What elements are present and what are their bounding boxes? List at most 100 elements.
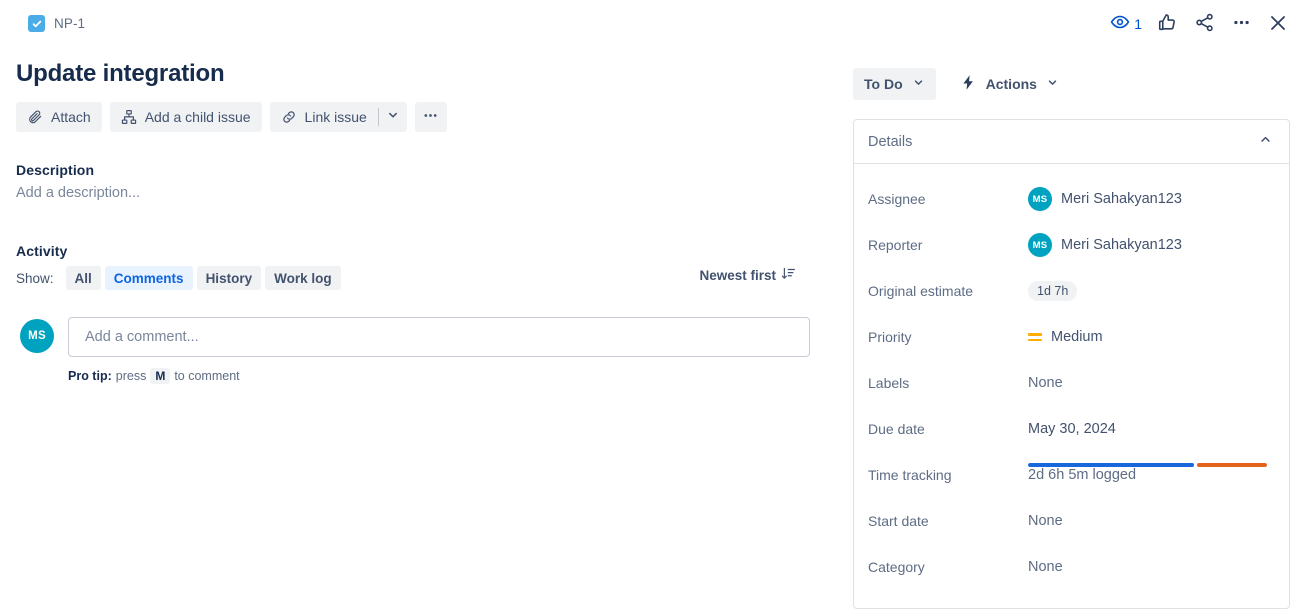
due-date-label: Due date (868, 421, 925, 437)
lightning-bolt-icon (960, 74, 977, 94)
share-button[interactable] (1188, 8, 1220, 40)
chevron-down-icon (912, 76, 925, 92)
close-button[interactable] (1262, 8, 1294, 40)
add-child-issue-label: Add a child issue (144, 109, 251, 125)
sort-order-button[interactable]: Newest first (699, 266, 796, 284)
due-date-value[interactable]: May 30, 2024 (1028, 421, 1116, 437)
status-row: To Do Actions (853, 68, 1290, 100)
start-date-value[interactable]: None (1028, 513, 1063, 529)
issue-action-toolbar: Attach Add a child issue Link issue (0, 89, 830, 132)
original-estimate-lozenge: 1d 7h (1028, 281, 1078, 301)
labels-value[interactable]: None (1028, 375, 1063, 391)
comment-input[interactable] (68, 317, 810, 357)
toolbar-more-button[interactable] (414, 102, 447, 132)
avatar: MS (1028, 233, 1052, 257)
more-options-button[interactable] (1225, 8, 1257, 40)
start-date-label: Start date (868, 513, 929, 529)
detail-row-due-date: Due date May 30, 2024 (854, 406, 1289, 452)
assignee-name: Meri Sahakyan123 (1061, 191, 1182, 207)
attach-button[interactable]: Attach (16, 102, 102, 132)
pro-tip-label: Pro tip: (68, 369, 112, 383)
detail-row-reporter: Reporter MS Meri Sahakyan123 (854, 222, 1289, 268)
paperclip-icon (27, 109, 43, 125)
sort-order-label: Newest first (699, 267, 776, 283)
share-icon (1194, 12, 1215, 36)
avatar: MS (1028, 187, 1052, 211)
time-tracking-remaining-segment (1197, 463, 1267, 467)
time-tracking-value[interactable]: 2d 6h 5m logged (1028, 467, 1136, 483)
sort-descending-icon (781, 266, 796, 284)
pro-tip-key: M (150, 368, 171, 384)
ellipsis-icon (1231, 12, 1252, 36)
chevron-down-icon (386, 108, 400, 127)
detail-row-original-estimate: Original estimate 1d 7h (854, 268, 1289, 314)
tab-work-log[interactable]: Work log (265, 266, 341, 290)
priority-label: Priority (868, 329, 912, 345)
tab-comments[interactable]: Comments (104, 266, 193, 290)
add-comment-row: MS (0, 290, 830, 357)
show-label: Show: (16, 270, 54, 286)
link-icon (281, 109, 297, 125)
detail-row-time-tracking: Time tracking 2d 6h 5m logged (854, 452, 1289, 498)
activity-filter-tabs: All Comments History Work log (65, 266, 341, 290)
pro-tip: Pro tip: press M to comment (0, 357, 830, 384)
page-title[interactable]: Update integration (0, 48, 830, 89)
category-label: Category (868, 559, 925, 575)
attach-label: Attach (51, 109, 91, 125)
issue-key-label[interactable]: NP-1 (54, 16, 85, 31)
tab-all[interactable]: All (65, 266, 101, 290)
detail-row-priority: Priority Medium (854, 314, 1289, 360)
time-tracking-bar (1028, 463, 1267, 467)
watch-button[interactable]: 1 (1108, 8, 1146, 40)
reporter-label: Reporter (868, 237, 923, 253)
actions-label: Actions (985, 76, 1037, 92)
like-button[interactable] (1151, 8, 1183, 40)
ellipsis-icon (422, 107, 439, 127)
details-panel-header[interactable]: Details (854, 120, 1289, 164)
reporter-value[interactable]: MS Meri Sahakyan123 (1028, 233, 1182, 257)
original-estimate-value[interactable]: 1d 7h (1028, 281, 1078, 301)
pro-tip-press: press (115, 369, 147, 383)
priority-value[interactable]: Medium (1028, 329, 1103, 345)
link-issue-label: Link issue (304, 109, 367, 125)
top-bar: NP-1 1 (0, 0, 1312, 48)
assignee-value[interactable]: MS Meri Sahakyan123 (1028, 187, 1182, 211)
link-issue-dropdown-button[interactable] (379, 102, 407, 132)
task-checkbox-icon (28, 15, 45, 32)
link-issue-split-button: Link issue (269, 102, 407, 132)
detail-row-assignee: Assignee MS Meri Sahakyan123 (854, 176, 1289, 222)
pro-tip-rest: to comment (174, 369, 240, 383)
description-placeholder[interactable]: Add a description... (0, 178, 830, 201)
labels-label: Labels (868, 375, 910, 391)
status-dropdown-button[interactable]: To Do (853, 68, 936, 100)
details-field-list: Assignee MS Meri Sahakyan123 Reporter MS… (854, 164, 1289, 608)
close-icon (1267, 12, 1289, 37)
activity-filter-row: Show: All Comments History Work log Newe… (0, 259, 814, 290)
time-tracking-label: Time tracking (868, 467, 952, 483)
add-child-issue-button[interactable]: Add a child issue (109, 102, 262, 132)
activity-heading: Activity (16, 243, 68, 259)
link-issue-button[interactable]: Link issue (269, 102, 378, 132)
detail-row-labels: Labels None (854, 360, 1289, 406)
original-estimate-label: Original estimate (868, 283, 974, 299)
tab-history[interactable]: History (196, 266, 262, 290)
eye-icon (1110, 12, 1130, 37)
actions-dropdown-button[interactable]: Actions (954, 68, 1065, 100)
category-value[interactable]: None (1028, 559, 1063, 575)
issue-main-column: Update integration Attach Add a child is… (0, 48, 830, 384)
child-issue-icon (121, 109, 137, 125)
description-heading: Description (16, 162, 95, 178)
assignee-label: Assignee (868, 191, 926, 207)
avatar: MS (20, 319, 54, 353)
reporter-name: Meri Sahakyan123 (1061, 237, 1182, 253)
detail-row-start-date: Start date None (854, 498, 1289, 544)
issue-sidebar: To Do Actions Details Assignee MS Meri S… (853, 68, 1290, 609)
priority-text: Medium (1051, 329, 1103, 345)
chevron-up-icon[interactable] (1258, 132, 1273, 152)
breadcrumb[interactable]: NP-1 (28, 15, 85, 32)
details-panel: Details Assignee MS Meri Sahakyan123 Rep… (853, 119, 1290, 609)
watch-count: 1 (1134, 16, 1142, 32)
priority-medium-icon (1028, 330, 1042, 344)
status-label: To Do (864, 76, 903, 92)
thumbs-up-icon (1157, 12, 1178, 36)
